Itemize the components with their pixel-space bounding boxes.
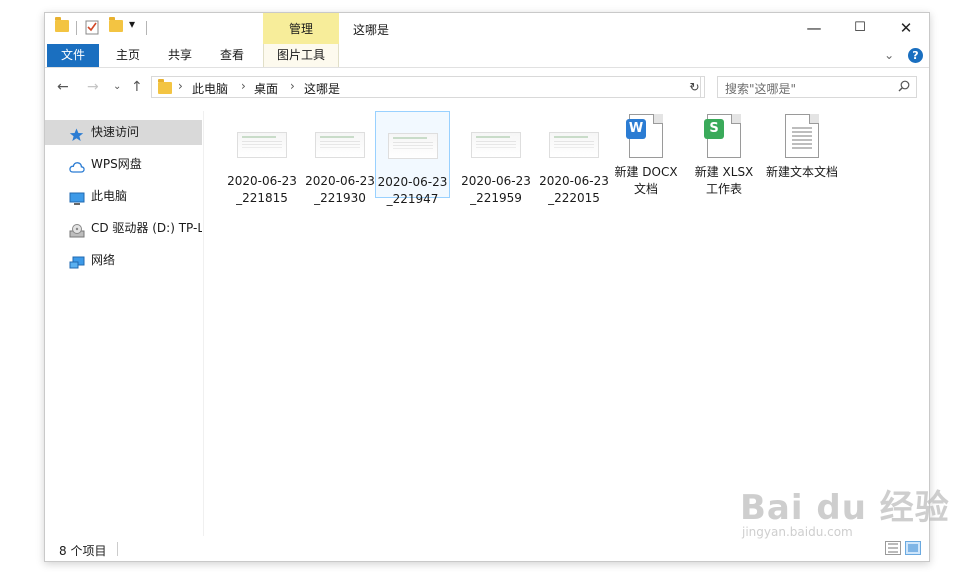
nav-item-label: WPS网盘 [91,157,142,171]
file-list: 2020-06-23_221815 2020-06-23_221930 2020… [205,111,929,536]
navigation-pane: 快速访问 WPS网盘 此电脑 CD 驱动器 (D:) TP-L 网络 [45,111,204,536]
nav-item-quick-access[interactable]: 快速访问 [45,120,202,145]
file-name: 2020-06-23_221930 [305,174,375,205]
address-row: ← → ⌄ ↑ › 此电脑 › 桌面 › 这哪是 ⌄ ↻ 搜索"这哪是" [45,68,929,108]
forward-button[interactable]: → [87,79,99,95]
file-name: 2020-06-23_221959 [461,174,531,205]
file-name: 2020-06-23_221947 [377,175,448,206]
new-folder-icon[interactable] [109,17,123,38]
window-title: 这哪是 [353,23,390,37]
file-name: 新建 DOCX 文档 [614,165,678,196]
image-thumbnail [549,132,599,158]
computer-icon [69,190,85,205]
folder-icon[interactable] [55,17,69,38]
item-count: 8 个项目 [59,544,107,558]
image-thumbnail [387,133,438,159]
breadcrumb-separator[interactable]: › [241,79,246,93]
close-button[interactable]: ✕ [883,13,929,44]
nav-item-cd-drive[interactable]: CD 驱动器 (D:) TP-L [45,216,202,241]
cloud-icon [69,158,85,173]
help-icon[interactable]: ? [908,48,923,63]
details-view-icon[interactable] [885,541,901,555]
breadcrumb-desktop[interactable]: 桌面 [254,80,278,97]
file-item-xlsx[interactable]: S 新建 XLSX 工作表 [687,111,761,198]
maximize-button[interactable]: ☐ [837,13,883,44]
up-button[interactable]: ↑ [131,79,143,95]
file-item-docx[interactable]: W 新建 DOCX 文档 [609,111,683,198]
image-thumbnail [471,132,521,158]
tab-share[interactable]: 共享 [159,44,201,67]
toolbar-divider [146,21,147,35]
file-item-txt[interactable]: 新建文本文档 [765,111,839,181]
wps-sheet-icon: S [704,114,741,158]
file-item-image[interactable]: 2020-06-23_221815 [225,111,299,207]
back-button[interactable]: ← [57,79,69,95]
large-icons-view-icon[interactable] [905,541,921,555]
search-icon[interactable] [898,80,910,95]
nav-item-label: CD 驱动器 (D:) TP-L [91,221,202,235]
nav-item-wps-cloud[interactable]: WPS网盘 [45,152,202,177]
wps-writer-badge: W [626,119,646,139]
title-bar: ▾ 管理 这哪是 — ☐ ✕ [45,13,929,44]
breadcrumb-current-folder[interactable]: 这哪是 [304,80,340,97]
customize-toolbar-icon[interactable]: ▾ [129,17,135,35]
expand-ribbon-icon[interactable]: ⌄ [884,48,894,62]
nav-item-label: 此电脑 [91,189,128,203]
tab-home[interactable]: 主页 [107,44,149,67]
tab-view[interactable]: 查看 [211,44,253,67]
baidu-watermark: Bai du 经验 jingyan.baidu.com [740,480,950,539]
image-thumbnail [315,132,365,158]
breadcrumb-separator[interactable]: › [290,79,295,93]
network-icon [69,254,85,269]
file-item-image-selected[interactable]: 2020-06-23_221947 [375,111,450,206]
file-item-image[interactable]: 2020-06-23_221959 [459,111,533,207]
file-item-image[interactable]: 2020-06-23_221930 [303,111,377,207]
file-name: 2020-06-23_222015 [539,174,609,205]
ribbon-tabs: 文件 主页 共享 查看 图片工具 ⌄ ? [45,44,929,68]
tab-manage[interactable]: 管理 [263,13,339,44]
text-lines [792,127,812,129]
wps-writer-icon: W [626,114,663,158]
nav-item-label: 网络 [91,253,116,267]
properties-icon[interactable] [85,19,99,37]
nav-item-network[interactable]: 网络 [45,248,202,273]
star-icon [69,126,84,141]
search-placeholder: 搜索"这哪是" [725,82,797,96]
cd-drive-icon [69,222,85,238]
image-thumbnail [237,132,287,158]
nav-item-this-pc[interactable]: 此电脑 [45,184,202,209]
wps-sheet-badge: S [704,119,724,139]
file-name: 2020-06-23_221815 [227,174,297,205]
watermark-logo-text: Bai du 经验 [740,488,950,528]
nav-item-label: 快速访问 [91,125,140,139]
toolbar-divider [76,21,77,35]
file-name: 新建 XLSX 工作表 [694,165,754,196]
tab-picture-tools[interactable]: 图片工具 [263,44,339,67]
text-document-icon [785,114,819,158]
status-divider [117,542,118,556]
file-item-image[interactable]: 2020-06-23_222015 [537,111,611,207]
search-input[interactable]: 搜索"这哪是" [717,76,917,98]
breadcrumb-this-pc[interactable]: 此电脑 [192,80,228,97]
refresh-button[interactable]: ↻ [685,76,705,98]
folder-icon [158,79,172,94]
tab-file[interactable]: 文件 [47,44,99,67]
breadcrumb-separator[interactable]: › [178,79,183,93]
status-bar: 8 个项目 [45,537,929,561]
file-name: 新建文本文档 [765,165,838,179]
address-bar[interactable]: › 此电脑 › 桌面 › 这哪是 ⌄ [151,76,701,98]
ribbon-help-area: ⌄ ? [884,48,923,63]
recent-locations-button[interactable]: ⌄ [113,81,121,92]
minimize-button[interactable]: — [791,13,837,44]
